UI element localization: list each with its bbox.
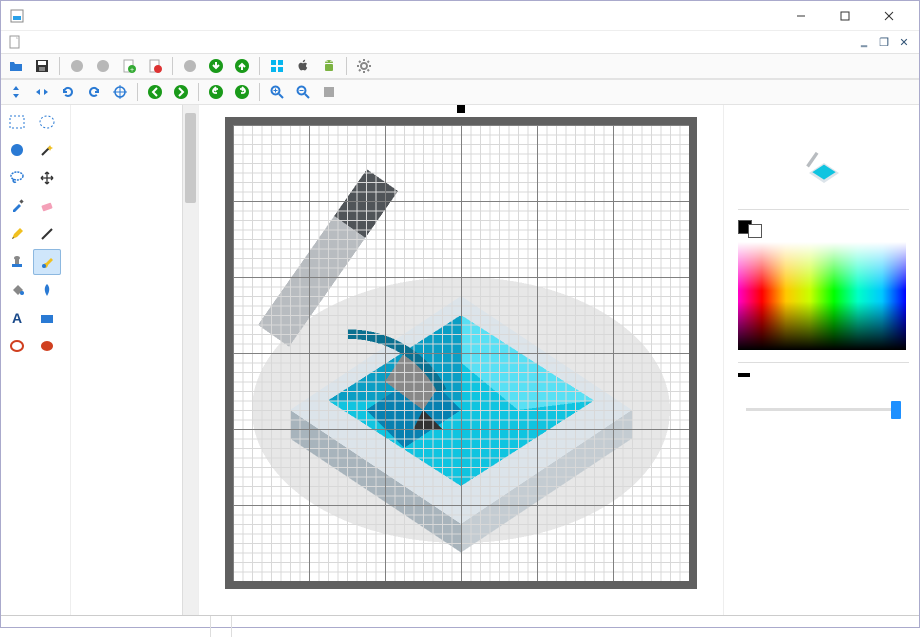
disabled-circle-2	[92, 55, 114, 77]
hex-light	[762, 373, 774, 377]
pixel-canvas[interactable]	[225, 117, 697, 589]
tool-text[interactable]: A	[3, 305, 31, 331]
menu-effects[interactable]	[119, 40, 135, 44]
zoom-out-button[interactable]	[292, 81, 314, 103]
tool-select-rect[interactable]	[3, 109, 31, 135]
export-down-button[interactable]	[205, 55, 227, 77]
hex-dark	[738, 373, 750, 377]
remove-size-button[interactable]	[144, 55, 166, 77]
menu-window[interactable]	[155, 40, 171, 44]
redo-button[interactable]	[231, 81, 253, 103]
mdi-minimize-button[interactable]: ‗	[855, 34, 873, 50]
zoom-in-button[interactable]	[266, 81, 288, 103]
zoom-fit-button[interactable]	[318, 81, 340, 103]
menu-batch[interactable]	[137, 40, 153, 44]
canvas-area	[199, 105, 723, 615]
menu-help[interactable]	[173, 40, 189, 44]
windows-icon[interactable]	[266, 55, 288, 77]
statusbar	[1, 615, 919, 637]
mdi-close-button[interactable]: ✕	[895, 34, 913, 50]
mdi-controls: ‗ ❐ ✕	[855, 34, 913, 50]
status-coords	[211, 616, 232, 637]
size-list-scrollbar[interactable]	[182, 105, 198, 615]
undo-button[interactable]	[205, 81, 227, 103]
app-icon	[9, 8, 25, 24]
window-titlebar	[1, 1, 919, 31]
window-maximize-button[interactable]	[823, 2, 867, 30]
flip-horizontal-button[interactable]	[31, 81, 53, 103]
tool-wand[interactable]	[33, 137, 61, 163]
menu-tools[interactable]	[101, 40, 117, 44]
size-list-panel	[71, 105, 199, 615]
fg-bg-swatches[interactable]	[738, 220, 768, 234]
status-ready	[1, 616, 211, 637]
tool-eraser[interactable]	[33, 193, 61, 219]
disabled-circle-3	[179, 55, 201, 77]
android-icon[interactable]	[318, 55, 340, 77]
window-close-button[interactable]	[867, 2, 911, 30]
tool-move[interactable]	[33, 165, 61, 191]
tool-gradient[interactable]	[33, 277, 61, 303]
tool-stamp[interactable]	[3, 249, 31, 275]
menu-view[interactable]	[65, 40, 81, 44]
tool-bucket[interactable]	[3, 277, 31, 303]
export-up-button[interactable]	[231, 55, 253, 77]
crosshair-button[interactable]	[109, 81, 131, 103]
tool-select-free[interactable]	[3, 137, 31, 163]
toolbar-transform	[1, 79, 919, 105]
svg-text:A: A	[12, 310, 22, 326]
tool-brush[interactable]	[33, 249, 61, 275]
svg-text:+: +	[130, 67, 134, 74]
tool-crop[interactable]	[33, 305, 61, 331]
tool-line[interactable]	[33, 221, 61, 247]
menu-file[interactable]	[29, 40, 45, 44]
new-doc-icon[interactable]	[7, 34, 23, 50]
background-swatch[interactable]	[748, 224, 762, 238]
window-minimize-button[interactable]	[779, 2, 823, 30]
icon-preview	[738, 133, 909, 203]
apple-icon[interactable]	[292, 55, 314, 77]
flip-vertical-button[interactable]	[5, 81, 27, 103]
menu-image[interactable]	[83, 40, 99, 44]
tool-ellipse-fill[interactable]	[33, 333, 61, 359]
tool-select-ellipse[interactable]	[33, 109, 61, 135]
settings-button[interactable]	[353, 55, 375, 77]
color-picker[interactable]	[738, 242, 906, 350]
tool-rect-outline[interactable]	[3, 333, 31, 359]
nav-next-button[interactable]	[170, 81, 192, 103]
main-area: A	[1, 105, 919, 615]
mdi-restore-button[interactable]: ❐	[875, 34, 893, 50]
tool-eyedropper[interactable]	[3, 193, 31, 219]
rotate-ccw-button[interactable]	[57, 81, 79, 103]
hex-readout	[738, 373, 909, 377]
tool-pencil[interactable]	[3, 221, 31, 247]
toolbar-main: +	[1, 53, 919, 79]
add-size-button[interactable]: +	[118, 55, 140, 77]
menu-edit[interactable]	[47, 40, 63, 44]
save-button[interactable]	[31, 55, 53, 77]
canvas-top-handle[interactable]	[457, 105, 465, 113]
rotate-cw-button[interactable]	[83, 81, 105, 103]
nav-prev-button[interactable]	[144, 81, 166, 103]
opacity-slider[interactable]	[746, 399, 901, 419]
toolbox: A	[1, 105, 71, 615]
menubar: ‗ ❐ ✕	[1, 31, 919, 53]
disabled-circle-1	[66, 55, 88, 77]
right-panel	[723, 105, 919, 615]
tool-lasso[interactable]	[3, 165, 31, 191]
open-button[interactable]	[5, 55, 27, 77]
